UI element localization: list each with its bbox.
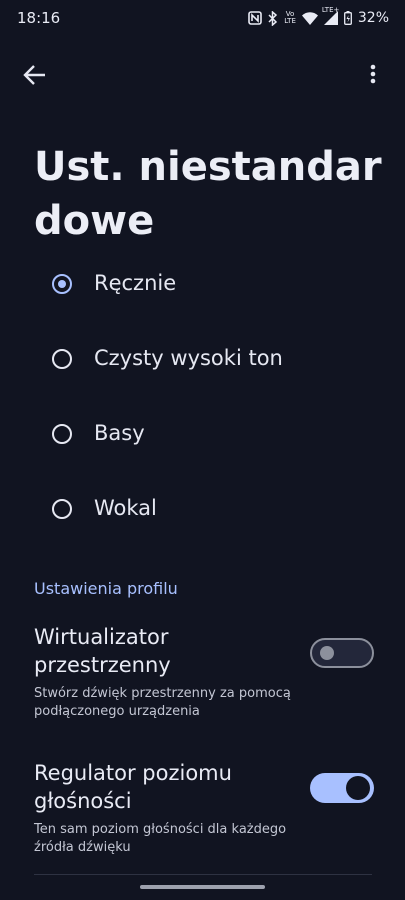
preset-option-label: Czysty wysoki ton <box>94 346 283 370</box>
preset-option-manual[interactable]: Ręcznie <box>0 247 405 322</box>
preset-option-clear-treble[interactable]: Czysty wysoki ton <box>0 322 405 397</box>
preset-option-label: Ręcznie <box>94 271 177 295</box>
bluetooth-icon <box>268 10 278 26</box>
status-bar: 18:16 Vo LTE LTE+ 32% <box>0 0 405 38</box>
back-button[interactable] <box>20 60 50 90</box>
status-icons: Vo LTE LTE+ 32% <box>248 7 389 28</box>
wifi-icon <box>301 11 318 25</box>
arrow-back-icon <box>20 65 50 94</box>
divider <box>34 874 372 875</box>
setting-volume-leveler[interactable]: Regulator poziomu głośności Ten sam pozi… <box>34 759 374 857</box>
more-options-button[interactable] <box>363 60 383 90</box>
gesture-nav-handle[interactable] <box>140 885 265 889</box>
app-bar <box>0 52 405 96</box>
setting-title: Regulator poziomu głośności <box>34 761 232 813</box>
radio-unchecked-icon[interactable] <box>52 499 72 519</box>
toggle-knob <box>346 776 370 800</box>
preset-radio-list: Ręcznie Czysty wysoki ton Basy Wokal <box>0 247 405 547</box>
preset-option-vocal[interactable]: Wokal <box>0 472 405 547</box>
setting-spatial-virtualizer[interactable]: Wirtualizator przestrzenny Stwórz dźwięk… <box>34 623 374 721</box>
battery-icon <box>343 11 352 25</box>
more-vert-icon <box>363 64 383 94</box>
status-time: 18:16 <box>17 9 61 27</box>
volte-icon: Vo LTE <box>284 10 296 25</box>
radio-unchecked-icon[interactable] <box>52 424 72 444</box>
signal-icon: LTE+ <box>322 7 339 25</box>
preset-option-bass[interactable]: Basy <box>0 397 405 472</box>
preset-option-label: Wokal <box>94 496 157 520</box>
radio-unchecked-icon[interactable] <box>52 349 72 369</box>
volume-leveler-toggle[interactable] <box>310 773 374 803</box>
spatial-virtualizer-toggle[interactable] <box>310 638 374 668</box>
toggle-knob <box>320 646 334 660</box>
battery-percent: 32% <box>357 10 389 26</box>
setting-subtitle: Ten sam poziom głośności dla każdego źró… <box>34 822 287 855</box>
page-title: Ust. niestandardowe <box>34 144 382 244</box>
radio-checked-icon[interactable] <box>52 274 72 294</box>
nfc-icon <box>248 11 263 25</box>
preset-option-label: Basy <box>94 421 145 445</box>
setting-subtitle: Stwórz dźwięk przestrzenny za pomocą pod… <box>34 686 291 719</box>
section-header-profile: Ustawienia profilu <box>34 579 178 598</box>
setting-title: Wirtualizator przestrzenny <box>34 625 171 677</box>
